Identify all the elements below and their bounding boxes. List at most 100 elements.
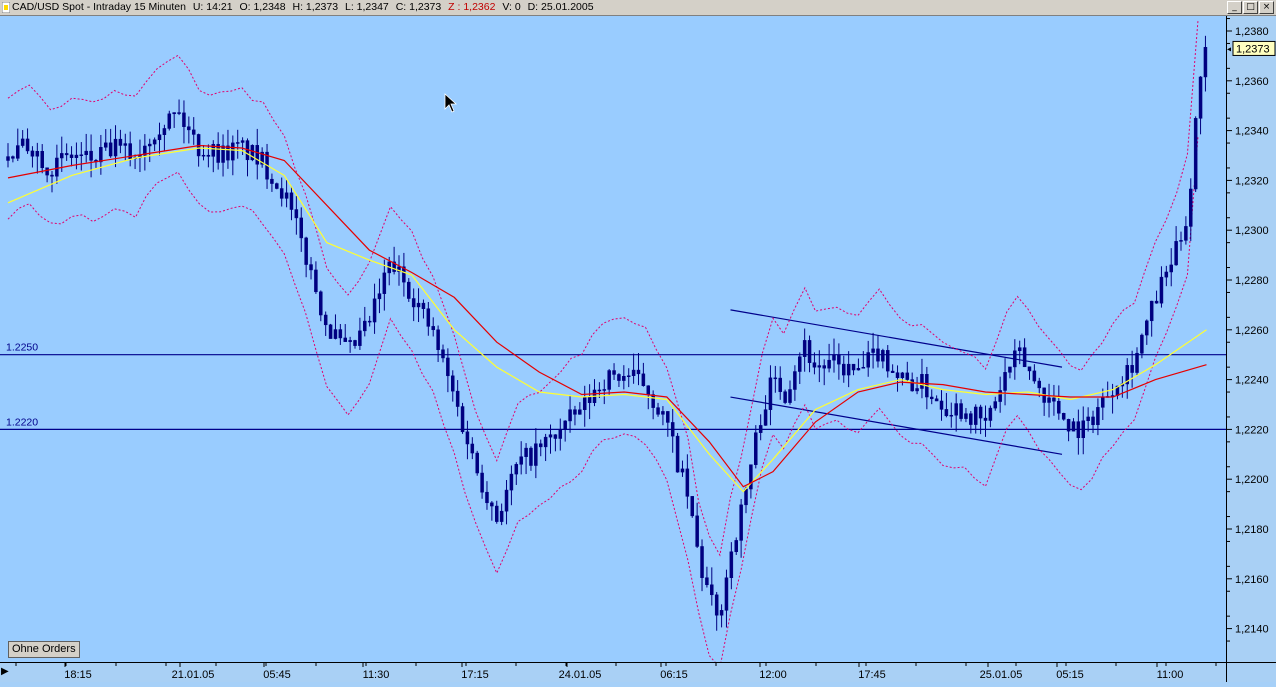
price-tick-label: 1,2260 [1235, 325, 1269, 337]
close-button[interactable]: × [1259, 1, 1274, 14]
window-title-bar: CAD/USD Spot - Intraday 15 Minuten U: 14… [0, 0, 1276, 16]
candle-body [1184, 226, 1188, 241]
symbol-title: CAD/USD Spot - Intraday 15 Minuten [12, 1, 186, 13]
candle-body [343, 337, 347, 342]
candle-body [118, 138, 123, 146]
candle-body [783, 391, 787, 403]
candle-body [431, 326, 435, 331]
candle-body [509, 473, 514, 491]
volume-readout: V: 0 [502, 1, 521, 13]
candle-body [837, 354, 841, 365]
time-axis[interactable]: 18:15 21.01.05 05:45 11:30 17:15 24.01.05 06:1… [0, 662, 1226, 682]
candle-body [79, 154, 84, 157]
candle-body [50, 174, 54, 177]
candle-body [754, 432, 758, 465]
candle-body [16, 145, 20, 159]
price-tick-label: 1,2200 [1235, 474, 1269, 486]
candle-body [1203, 47, 1208, 78]
candle-body [367, 320, 372, 323]
candle-body [55, 157, 59, 177]
maximize-button[interactable]: □ [1243, 1, 1258, 14]
candle-body [162, 128, 167, 135]
candle-body [993, 401, 998, 409]
candle-body [666, 411, 670, 423]
candle-body [661, 411, 665, 415]
candle-body [123, 143, 128, 146]
candle-body [1140, 334, 1144, 354]
candle-body [279, 188, 284, 199]
candle-body [944, 409, 949, 417]
candle-body [309, 264, 313, 271]
price-chart-svg[interactable]: 1.2250 1.2220 [0, 16, 1226, 669]
price-tick-label: 1,2360 [1235, 76, 1269, 88]
candle-body [524, 447, 528, 457]
mouse-pointer-icon [444, 93, 458, 113]
candle-body [1193, 118, 1198, 190]
candle-body [1052, 397, 1056, 402]
candle-body [480, 472, 484, 493]
price-tick-label: 1,2140 [1235, 624, 1269, 636]
candle-body [363, 320, 367, 332]
candle-body [74, 154, 79, 158]
candle-body [1091, 416, 1095, 426]
candle-body [289, 192, 294, 210]
candle-body [793, 371, 797, 390]
candle-body [573, 409, 577, 415]
candle-body [631, 369, 636, 376]
candle-body [582, 396, 587, 411]
price-axis[interactable]: 1,2380 1,2360 1,2340 1,2320 1,2300 1,2280 1,22… [1226, 16, 1276, 662]
trend-channel-lower[interactable] [730, 396, 1063, 455]
candle-body [99, 147, 103, 163]
candle-body [881, 350, 885, 362]
candle-body [744, 488, 748, 506]
candle-body [328, 324, 333, 339]
candle-body [714, 594, 719, 616]
candle-body [866, 352, 870, 368]
price-tick-label: 1,2180 [1235, 524, 1269, 536]
time-readout: U: 14:21 [192, 1, 233, 13]
price-tick-label: 1,2320 [1235, 175, 1269, 187]
candle-body [988, 407, 993, 421]
candle-body [275, 183, 279, 189]
candle-body [1047, 397, 1051, 403]
candle-body [333, 329, 338, 339]
moving-average-red [7, 144, 1207, 488]
candle-body [1027, 366, 1032, 372]
candle-body [920, 374, 924, 389]
candle-body [817, 365, 822, 368]
candle-body [455, 390, 460, 407]
candle-body [226, 145, 230, 161]
candle-body [411, 298, 416, 308]
scroll-right-icon[interactable]: ▶ [1, 666, 9, 677]
candle-body [284, 192, 289, 199]
candle-body [768, 377, 773, 410]
candle-body [104, 142, 108, 148]
candle-body [895, 372, 900, 378]
trend-channel-upper[interactable] [730, 309, 1063, 368]
candle-body [304, 237, 308, 265]
candle-body [670, 422, 675, 437]
orders-button[interactable]: Ohne Orders [8, 641, 80, 658]
candle-body [407, 281, 411, 299]
time-tick-label: 21.01.05 [172, 669, 215, 681]
minimize-button[interactable]: _ [1227, 1, 1242, 14]
candle-body [382, 272, 387, 294]
candle-body [871, 348, 875, 353]
candle-body [319, 291, 323, 316]
candle-body [827, 359, 831, 369]
candle-body [822, 365, 826, 369]
candle-body [182, 112, 186, 127]
candle-body [152, 139, 157, 145]
candle-body [710, 584, 714, 596]
chart-plot-area[interactable]: 1.2250 1.2220 [0, 16, 1226, 669]
close-readout: C: 1,2373 [395, 1, 442, 13]
date-readout: D: 25.01.2005 [527, 1, 594, 13]
candle-body [1017, 347, 1022, 352]
high-readout: H: 1,2373 [292, 1, 339, 13]
time-tick-label: 11:00 [1157, 669, 1184, 681]
candle-body [69, 154, 74, 158]
candle-body [1130, 365, 1134, 373]
candle-body [538, 443, 543, 448]
candle-body [734, 540, 738, 552]
candle-body [338, 329, 343, 339]
